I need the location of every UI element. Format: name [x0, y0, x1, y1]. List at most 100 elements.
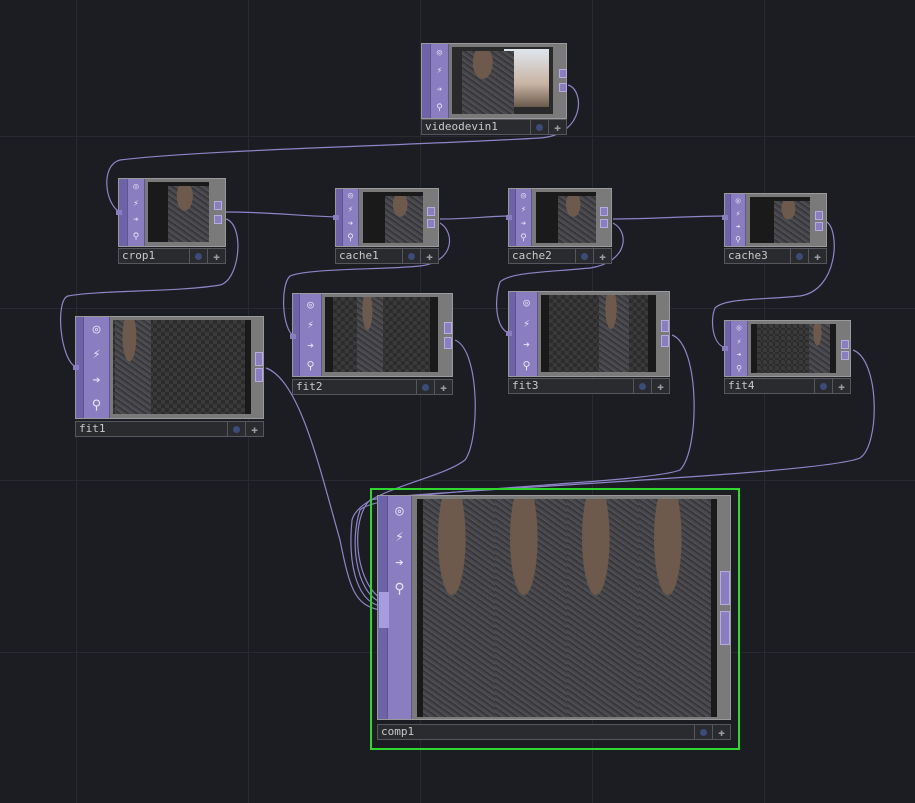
output-connector[interactable]: [720, 611, 730, 645]
input-connector[interactable]: [73, 365, 79, 370]
viewer-toggle-icon[interactable]: ◎: [307, 299, 314, 310]
output-connector[interactable]: [841, 351, 849, 360]
bypass-arrow-icon[interactable]: ➔: [395, 554, 403, 572]
output-connector[interactable]: [559, 83, 567, 92]
input-connector[interactable]: [116, 210, 122, 215]
bypass-arrow-icon[interactable]: ➔: [523, 339, 530, 350]
display-flag[interactable]: [531, 119, 549, 135]
node-cache1[interactable]: ◎ ⚡ ➔ ⚲ cache1 ✚: [333, 188, 439, 265]
lock-icon[interactable]: ⚲: [306, 360, 314, 371]
node-viewer[interactable]: [113, 320, 251, 414]
output-connector[interactable]: [600, 219, 608, 228]
cook-icon[interactable]: ⚡: [395, 528, 403, 546]
display-flag[interactable]: [634, 378, 652, 394]
viewer-toggle-icon[interactable]: ◎: [736, 196, 741, 205]
node-name[interactable]: cache1: [335, 248, 403, 264]
output-connector[interactable]: [214, 215, 222, 224]
node-name[interactable]: videodevin1: [421, 119, 531, 135]
display-flag[interactable]: [695, 724, 713, 740]
node-name[interactable]: cache3: [724, 248, 791, 264]
viewer-toggle-icon[interactable]: ◎: [348, 191, 353, 201]
output-connector[interactable]: [815, 222, 823, 231]
node-cache2[interactable]: ◎ ⚡ ➔ ⚲ cache2 ✚: [506, 188, 612, 265]
output-connector[interactable]: [661, 320, 669, 332]
node-comp1[interactable]: ◎ ⚡ ➔ ⚲ comp1 ✚: [370, 488, 740, 750]
bypass-arrow-icon[interactable]: ➔: [348, 220, 353, 229]
input-connector[interactable]: [379, 592, 389, 628]
node-viewer[interactable]: [148, 182, 209, 242]
cook-icon[interactable]: ⚡: [348, 205, 353, 215]
cook-icon[interactable]: ⚡: [521, 205, 526, 215]
cook-icon[interactable]: ⚡: [736, 209, 741, 218]
node-viewer[interactable]: [536, 192, 596, 243]
viewer-toggle-icon[interactable]: ◎: [737, 323, 742, 332]
node-viewer[interactable]: [541, 295, 656, 372]
node-name[interactable]: fit3: [508, 378, 634, 394]
lock-icon[interactable]: ⚲: [522, 360, 530, 371]
bypass-arrow-icon[interactable]: ➔: [133, 216, 138, 225]
cook-icon[interactable]: ⚡: [437, 67, 442, 76]
input-connector[interactable]: [722, 346, 728, 351]
input-connector[interactable]: [506, 331, 512, 336]
node-name[interactable]: crop1: [118, 248, 190, 264]
bypass-arrow-icon[interactable]: ➔: [307, 340, 314, 351]
display-flag[interactable]: [815, 378, 833, 394]
render-flag[interactable]: ✚: [833, 378, 851, 394]
cook-icon[interactable]: ⚡: [523, 318, 530, 329]
bypass-arrow-icon[interactable]: ➔: [736, 222, 741, 231]
bypass-arrow-icon[interactable]: ➔: [437, 85, 442, 95]
output-connector[interactable]: [444, 337, 452, 349]
viewer-toggle-icon[interactable]: ◎: [395, 502, 403, 520]
node-name[interactable]: fit4: [724, 378, 815, 394]
render-flag[interactable]: ✚: [435, 379, 453, 395]
node-cache3[interactable]: ◎ ⚡ ➔ ⚲ cache3 ✚: [722, 193, 827, 265]
output-connector[interactable]: [815, 211, 823, 220]
node-viewer[interactable]: [325, 297, 438, 372]
render-flag[interactable]: ✚: [549, 119, 567, 135]
input-connector[interactable]: [506, 215, 512, 220]
node-name[interactable]: fit2: [292, 379, 417, 395]
node-fit3[interactable]: ◎ ⚡ ➔ ⚲ fit3 ✚: [506, 291, 670, 395]
lock-icon[interactable]: ⚲: [736, 365, 742, 373]
lock-icon[interactable]: ⚲: [133, 233, 140, 242]
lock-icon[interactable]: ⚲: [394, 580, 404, 598]
render-flag[interactable]: ✚: [652, 378, 670, 394]
node-viewer[interactable]: [417, 499, 717, 717]
display-flag[interactable]: [228, 421, 246, 437]
lock-icon[interactable]: ⚲: [735, 235, 741, 244]
node-fit2[interactable]: ◎ ⚡ ➔ ⚲ fit2 ✚: [290, 293, 453, 395]
output-connector[interactable]: [600, 207, 608, 216]
input-connector[interactable]: [722, 215, 728, 220]
node-name[interactable]: cache2: [508, 248, 576, 264]
node-viewer[interactable]: [363, 192, 423, 243]
lock-icon[interactable]: ⚲: [347, 234, 354, 243]
output-connector[interactable]: [661, 335, 669, 347]
output-connector[interactable]: [841, 340, 849, 349]
output-connector[interactable]: [255, 352, 263, 366]
viewer-toggle-icon[interactable]: ◎: [523, 297, 530, 308]
display-flag[interactable]: [190, 248, 208, 264]
input-connector[interactable]: [290, 334, 296, 339]
render-flag[interactable]: ✚: [809, 248, 827, 264]
lock-icon[interactable]: ⚲: [520, 234, 527, 243]
node-fit1[interactable]: ◎ ⚡ ➔ ⚲ fit1 ✚: [73, 316, 264, 438]
viewer-toggle-icon[interactable]: ◎: [521, 191, 526, 201]
cook-icon[interactable]: ⚡: [307, 319, 314, 330]
node-name[interactable]: fit1: [75, 421, 228, 437]
output-connector[interactable]: [255, 368, 263, 382]
bypass-arrow-icon[interactable]: ➔: [521, 220, 526, 229]
node-videodevin1[interactable]: ◎ ⚡ ➔ ⚲ videodevin1 ✚: [421, 43, 567, 135]
output-connector[interactable]: [559, 69, 567, 78]
output-connector[interactable]: [427, 207, 435, 216]
node-crop1[interactable]: ◎ ⚡ ➔ ⚲ crop1 ✚: [116, 178, 226, 265]
display-flag[interactable]: [417, 379, 435, 395]
bypass-arrow-icon[interactable]: ➔: [93, 374, 101, 387]
output-connector[interactable]: [427, 219, 435, 228]
render-flag[interactable]: ✚: [208, 248, 226, 264]
render-flag[interactable]: ✚: [421, 248, 439, 264]
render-flag[interactable]: ✚: [594, 248, 612, 264]
viewer-toggle-icon[interactable]: ◎: [437, 48, 442, 58]
lock-icon[interactable]: ⚲: [436, 104, 443, 113]
viewer-toggle-icon[interactable]: ◎: [133, 182, 138, 192]
viewer-toggle-icon[interactable]: ◎: [93, 323, 101, 336]
